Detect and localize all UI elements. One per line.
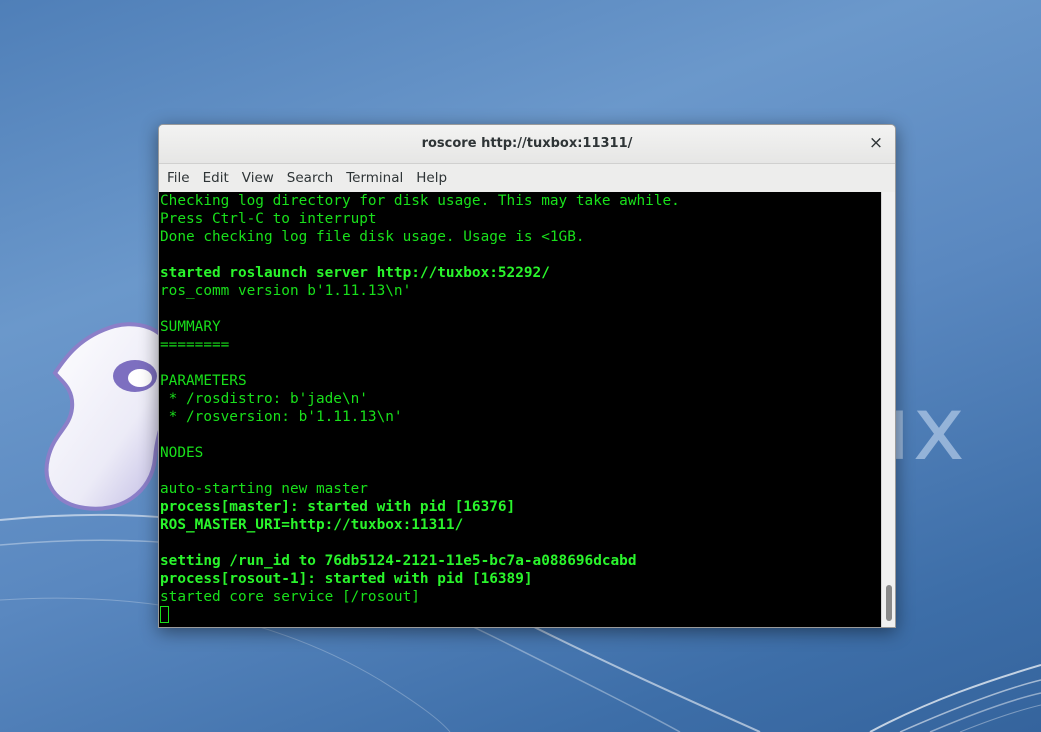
terminal-line: Done checking log file disk usage. Usage… (160, 229, 585, 245)
menu-view[interactable]: View (236, 170, 280, 186)
terminal-line: SUMMARY (160, 319, 221, 335)
window-titlebar[interactable]: roscore http://tuxbox:11311/ × (159, 125, 895, 164)
menu-help[interactable]: Help (410, 170, 453, 186)
scrollbar-thumb[interactable] (886, 585, 892, 621)
terminal-line: process[master]: started with pid [16376… (160, 499, 516, 515)
terminal-window: roscore http://tuxbox:11311/ × File Edit… (158, 124, 896, 628)
terminal-line: process[rosout-1]: started with pid [163… (160, 571, 533, 587)
terminal-line: Checking log directory for disk usage. T… (160, 193, 680, 209)
menu-file[interactable]: File (161, 170, 196, 186)
terminal-line: ros_comm version b'1.11.13\n' (160, 283, 412, 299)
terminal-line: PARAMETERS (160, 373, 247, 389)
terminal-line: ROS_MASTER_URI=http://tuxbox:11311/ (160, 517, 464, 533)
close-icon[interactable]: × (867, 134, 885, 152)
menu-bar: File Edit View Search Terminal Help (159, 164, 895, 193)
menu-search[interactable]: Search (281, 170, 339, 186)
window-title: roscore http://tuxbox:11311/ (421, 136, 633, 151)
terminal-line: Press Ctrl-C to interrupt (160, 211, 377, 227)
terminal-line: ======== (160, 337, 230, 353)
terminal-line: started core service [/rosout] (160, 589, 420, 605)
terminal-line: setting /run_id to 76db5124-2121-11e5-bc… (160, 553, 637, 569)
menu-edit[interactable]: Edit (197, 170, 235, 186)
terminal-line: * /rosdistro: b'jade\n' (160, 391, 368, 407)
terminal-scrollbar[interactable] (881, 192, 895, 627)
terminal-line: started roslaunch server http://tuxbox:5… (160, 265, 550, 281)
terminal-line: NODES (160, 445, 204, 461)
menu-terminal[interactable]: Terminal (340, 170, 409, 186)
terminal-output[interactable]: Checking log directory for disk usage. T… (159, 192, 881, 627)
terminal-line: auto-starting new master (160, 481, 368, 497)
terminal-line: * /rosversion: b'1.11.13\n' (160, 409, 403, 425)
terminal-cursor (160, 606, 169, 623)
